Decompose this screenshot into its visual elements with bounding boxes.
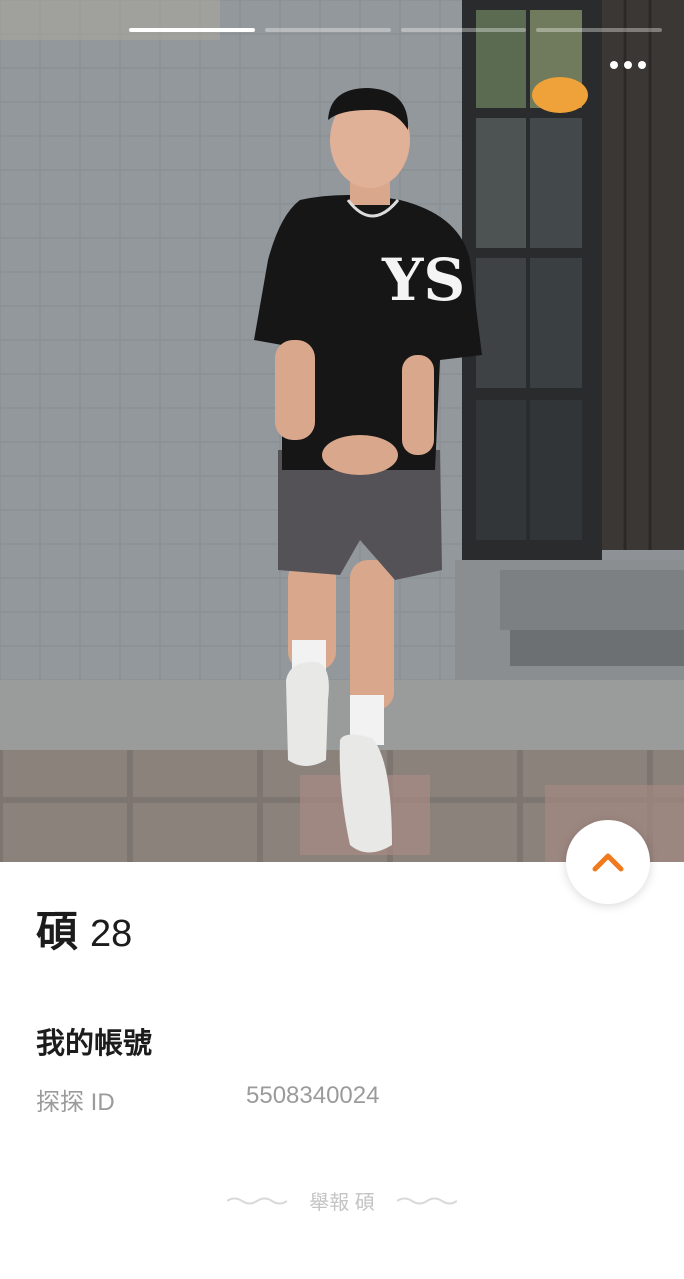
- profile-photo[interactable]: YS: [0, 0, 684, 862]
- story-progress-bar: [129, 28, 662, 32]
- story-progress-segment: [536, 28, 662, 32]
- svg-text:YS: YS: [381, 246, 465, 314]
- profile-header: 碩 28: [36, 898, 132, 959]
- chevron-up-icon: [592, 853, 624, 872]
- story-progress-segment: [264, 28, 391, 32]
- more-dots-icon: [624, 61, 632, 69]
- more-dots-icon: [638, 61, 646, 69]
- story-progress-segment-active: [129, 28, 255, 32]
- more-dots-icon: [610, 61, 618, 69]
- story-progress-segment: [400, 28, 527, 32]
- collapse-button[interactable]: [566, 820, 650, 904]
- profile-name: 碩: [36, 908, 79, 955]
- account-id-value: 5508340024: [246, 1082, 380, 1109]
- wave-divider-icon: [227, 1197, 288, 1204]
- account-section-title: 我的帳號: [36, 1028, 153, 1060]
- account-id-label: 探探 ID: [36, 1089, 115, 1116]
- account-id-row: 探探 ID 5508340024: [36, 1082, 379, 1117]
- report-link[interactable]: 舉報 碩: [0, 1186, 684, 1215]
- report-label[interactable]: 舉報 碩: [309, 1186, 375, 1215]
- more-options-button[interactable]: [602, 52, 654, 78]
- wave-divider-icon: [396, 1197, 457, 1204]
- photo-illustration: YS: [0, 0, 684, 862]
- profile-age: 28: [90, 913, 133, 955]
